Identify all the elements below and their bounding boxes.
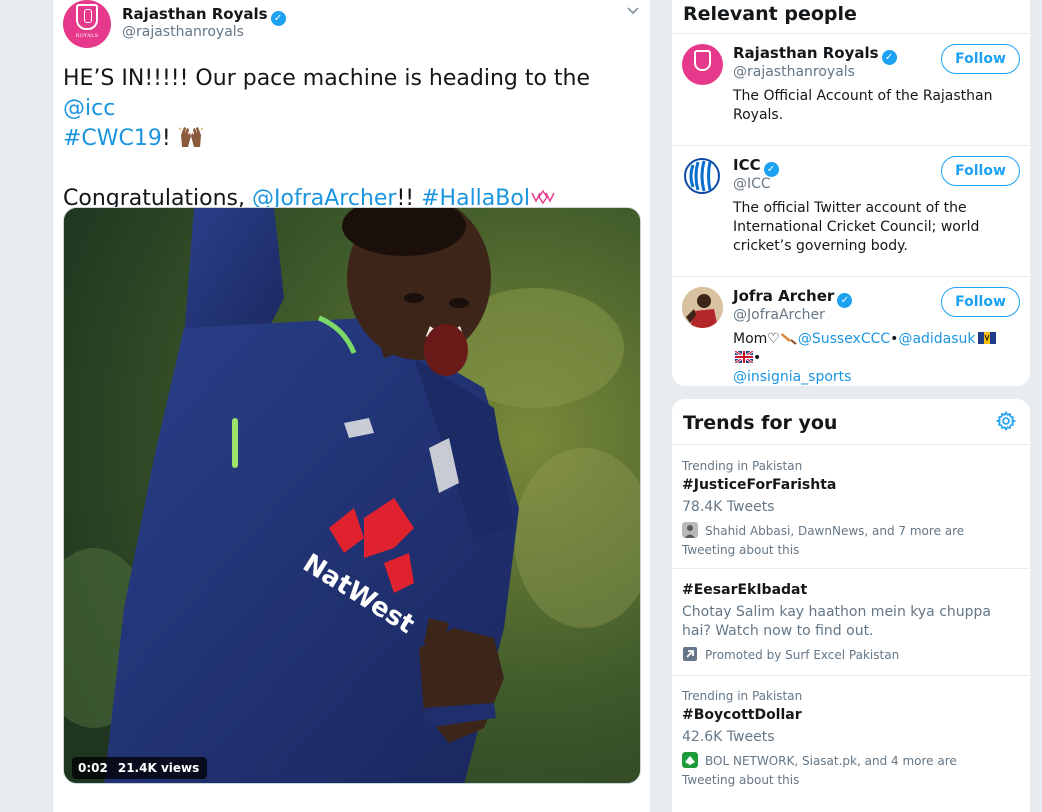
gear-icon[interactable] — [996, 411, 1016, 431]
icc-avatar[interactable] — [682, 156, 723, 197]
video-duration: 0:02 — [78, 761, 108, 775]
trend-location: Trending in Pakistan — [682, 689, 803, 703]
tweet-text: HE’S IN!!!!! Our pace machine is heading… — [63, 64, 633, 214]
verified-badge-icon: ✓ — [763, 162, 779, 177]
trends-title: Trends for you — [683, 412, 838, 434]
trend-context-text: Shahid Abbasi, DawnNews, and 7 more are … — [682, 524, 965, 557]
relevant-people-card: Relevant people Rajasthan Royals ✓ @rajas… — [671, 0, 1031, 387]
icc-logo-icon — [684, 158, 720, 194]
video-frame-illustration: NatWest — [64, 208, 640, 783]
promoted-trend-item[interactable]: #EesarEkIbadat Chotay Salim kay haathon … — [672, 568, 1030, 676]
verified-badge-icon: ✓ — [881, 50, 897, 65]
person-name-text[interactable]: Rajasthan Royals — [733, 44, 879, 62]
person-name[interactable]: Jofra Archer ✓ — [733, 287, 853, 308]
trend-tweet-count: 78.4K Tweets — [682, 499, 775, 515]
person-bio: Mom♡ @SussexCCC•@adidasuk• @insignia_spor… — [733, 330, 1003, 387]
author-name-text[interactable]: Rajasthan Royals — [122, 5, 268, 23]
person-name-text[interactable]: Jofra Archer — [733, 287, 834, 305]
tweet-line-1: HE’S IN!!!!! Our pace machine is heading… — [63, 64, 633, 124]
trend-name[interactable]: #BoycottDollar — [682, 707, 802, 723]
person-handle[interactable]: @rajasthanroyals — [733, 64, 855, 80]
trend-location: Trending in Pakistan — [682, 459, 803, 473]
trend-name[interactable]: #EesarEkIbadat — [682, 582, 807, 598]
tweet-author-name[interactable]: Rajasthan Royals ✓ — [122, 5, 286, 26]
user-avatar-icon — [682, 522, 698, 538]
relevant-person-icc[interactable]: ICC ✓ @ICC Follow The official Twitter ac… — [672, 145, 1030, 277]
hashtag-cwc19-link[interactable]: #CWC19 — [63, 126, 162, 151]
verified-badge-icon: ✓ — [270, 11, 286, 26]
avatar-logo-text: ROYALS — [75, 33, 99, 39]
raising-hands-emoji-icon — [178, 127, 204, 147]
bio-link-adidasuk[interactable]: @adidasuk — [898, 331, 975, 347]
barbados-flag-icon — [977, 332, 996, 344]
bio-link-insignia-sports[interactable]: @insignia_sports — [733, 369, 851, 385]
relevant-person-jofra-archer[interactable]: Jofra Archer ✓ @JofraArcher Follow Mom♡ @S… — [672, 276, 1030, 388]
trend-tweet-count: 42.6K Tweets — [682, 729, 775, 745]
bio-link-sussexccc[interactable]: @SussexCCC — [798, 331, 890, 347]
promoted-label: Promoted by Surf Excel Pakistan — [682, 646, 1012, 665]
trend-item[interactable]: Trending in Pakistan #JusticeForFarishta… — [672, 444, 1030, 569]
promoted-icon — [683, 647, 697, 661]
video-stats-badge: 0:02 21.4K views — [72, 757, 208, 779]
tweet-author-handle[interactable]: @rajasthanroyals — [122, 24, 244, 40]
bio-separator: • — [753, 350, 762, 366]
trend-context-text: BOL NETWORK, Siasat.pk, and 4 more are T… — [682, 754, 957, 787]
tweet-detail: ROYALS Rajasthan Royals ✓ @rajasthanroyal… — [52, 0, 651, 812]
uk-flag-icon — [734, 349, 754, 365]
person-name-text[interactable]: ICC — [733, 156, 761, 174]
rajasthan-royals-avatar[interactable] — [682, 44, 723, 85]
tweet-video-player[interactable]: NatWest 0:02 21.4K views — [63, 207, 641, 784]
trend-name[interactable]: #JusticeForFarishta — [682, 477, 836, 493]
follow-button[interactable]: Follow — [941, 44, 1020, 74]
follow-button[interactable]: Follow — [941, 287, 1020, 317]
relevant-person-rajasthan-royals[interactable]: Rajasthan Royals ✓ @rajasthanroyals Follo… — [672, 33, 1030, 146]
relevant-people-title: Relevant people — [683, 3, 857, 25]
tweet-line-2: #CWC19! — [63, 124, 633, 154]
person-handle[interactable]: @JofraArcher — [733, 307, 825, 323]
trend-item[interactable]: Trending in Pakistan #BoycottDollar 42.6… — [672, 675, 1030, 805]
person-bio: The official Twitter account of the Inte… — [733, 200, 980, 254]
trend-description: Chotay Salim kay haathon mein kya chuppa… — [682, 604, 991, 639]
rajasthan-royals-avatar[interactable]: ROYALS — [63, 0, 111, 48]
person-handle[interactable]: @ICC — [733, 176, 771, 192]
person-name[interactable]: Rajasthan Royals ✓ — [733, 44, 897, 65]
cricket-bat-emoji-icon — [780, 333, 797, 345]
person-name[interactable]: ICC ✓ — [733, 156, 779, 177]
video-view-count: 21.4K views — [117, 761, 200, 775]
mention-icc-link[interactable]: @icc — [63, 96, 115, 121]
bol-network-avatar-icon — [682, 752, 698, 768]
royals-crest-icon — [694, 50, 711, 71]
verified-badge-icon: ✓ — [837, 293, 853, 308]
profile-photo-icon — [682, 287, 723, 328]
hashflag-sparkle-icon — [531, 189, 555, 205]
trend-context: Shahid Abbasi, DawnNews, and 7 more are … — [682, 522, 1012, 560]
trend-context: BOL NETWORK, Siasat.pk, and 4 more are T… — [682, 752, 1012, 790]
royals-crest-icon — [76, 4, 98, 30]
trends-card: Trends for you Trending in Pakistan #Jus… — [671, 398, 1031, 812]
tweet-line1-text: HE’S IN!!!!! Our pace machine is heading… — [63, 66, 591, 91]
promoted-text: Promoted by Surf Excel Pakistan — [705, 648, 900, 662]
bio-text: Mom♡ — [733, 331, 780, 347]
follow-button[interactable]: Follow — [941, 156, 1020, 186]
person-bio: The Official Account of the Rajasthan Ro… — [733, 88, 993, 123]
chevron-down-icon[interactable] — [625, 2, 641, 18]
tweet-line2-text: ! — [161, 126, 178, 151]
jofra-archer-avatar[interactable] — [682, 287, 723, 328]
